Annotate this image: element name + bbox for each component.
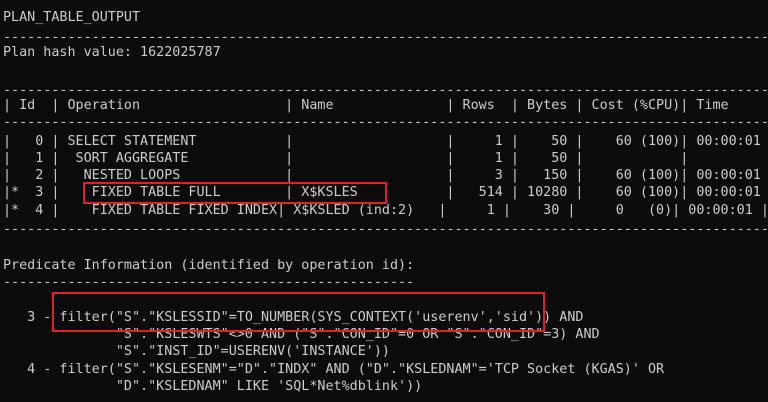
table-top-border: ----------------------------------------… [3,83,768,98]
separator-line: ----------------------------------------… [3,30,768,45]
plan-row-4: |* 4 | FIXED TABLE FIXED INDEX| X$KSLED … [3,203,768,218]
plan-row-1: | 1 | SORT AGGREGATE | | 1 | 50 | | | [3,151,768,166]
predicate-4-line-1: 4 - filter("S"."KSLESENM"="D"."INDX" AND… [3,362,665,377]
predicate-3-line-3: "S"."INST_ID"=USERENV('INSTANCE')) [3,344,390,359]
plan-row-3: |* 3 | FIXED TABLE FULL | X$KSLES | 514 … [3,185,768,200]
plan-row-0: | 0 | SELECT STATEMENT | | 1 | 50 | 60 (… [3,134,768,149]
plan-hash-line: Plan hash value: 1622025787 [3,45,221,60]
predicate-3-line-1: 3 - filter("S"."KSLESSID"=TO_NUMBER(SYS_… [3,310,584,325]
table-bottom-border: ----------------------------------------… [3,222,768,237]
predicate-info-title: Predicate Information (identified by ope… [3,258,415,273]
output-header: PLAN_TABLE_OUTPUT [3,10,141,25]
predicate-3-line-2: "S"."KSLESWTS"<>0 AND ("S"."CON_ID"=0 OR… [3,327,600,342]
table-header-row: | Id | Operation | Name | Rows | Bytes |… [3,98,768,113]
terminal-window[interactable]: PLAN_TABLE_OUTPUT ----------------------… [0,0,768,402]
table-header-border: ----------------------------------------… [3,115,768,130]
predicate-4-line-2: "D"."KSLEDNAM" LIKE 'SQL*Net%dblink')) [3,379,423,394]
plan-row-2: | 2 | NESTED LOOPS | | 3 | 150 | 60 (100… [3,168,768,183]
predicate-separator: ----------------------------------------… [3,275,415,290]
